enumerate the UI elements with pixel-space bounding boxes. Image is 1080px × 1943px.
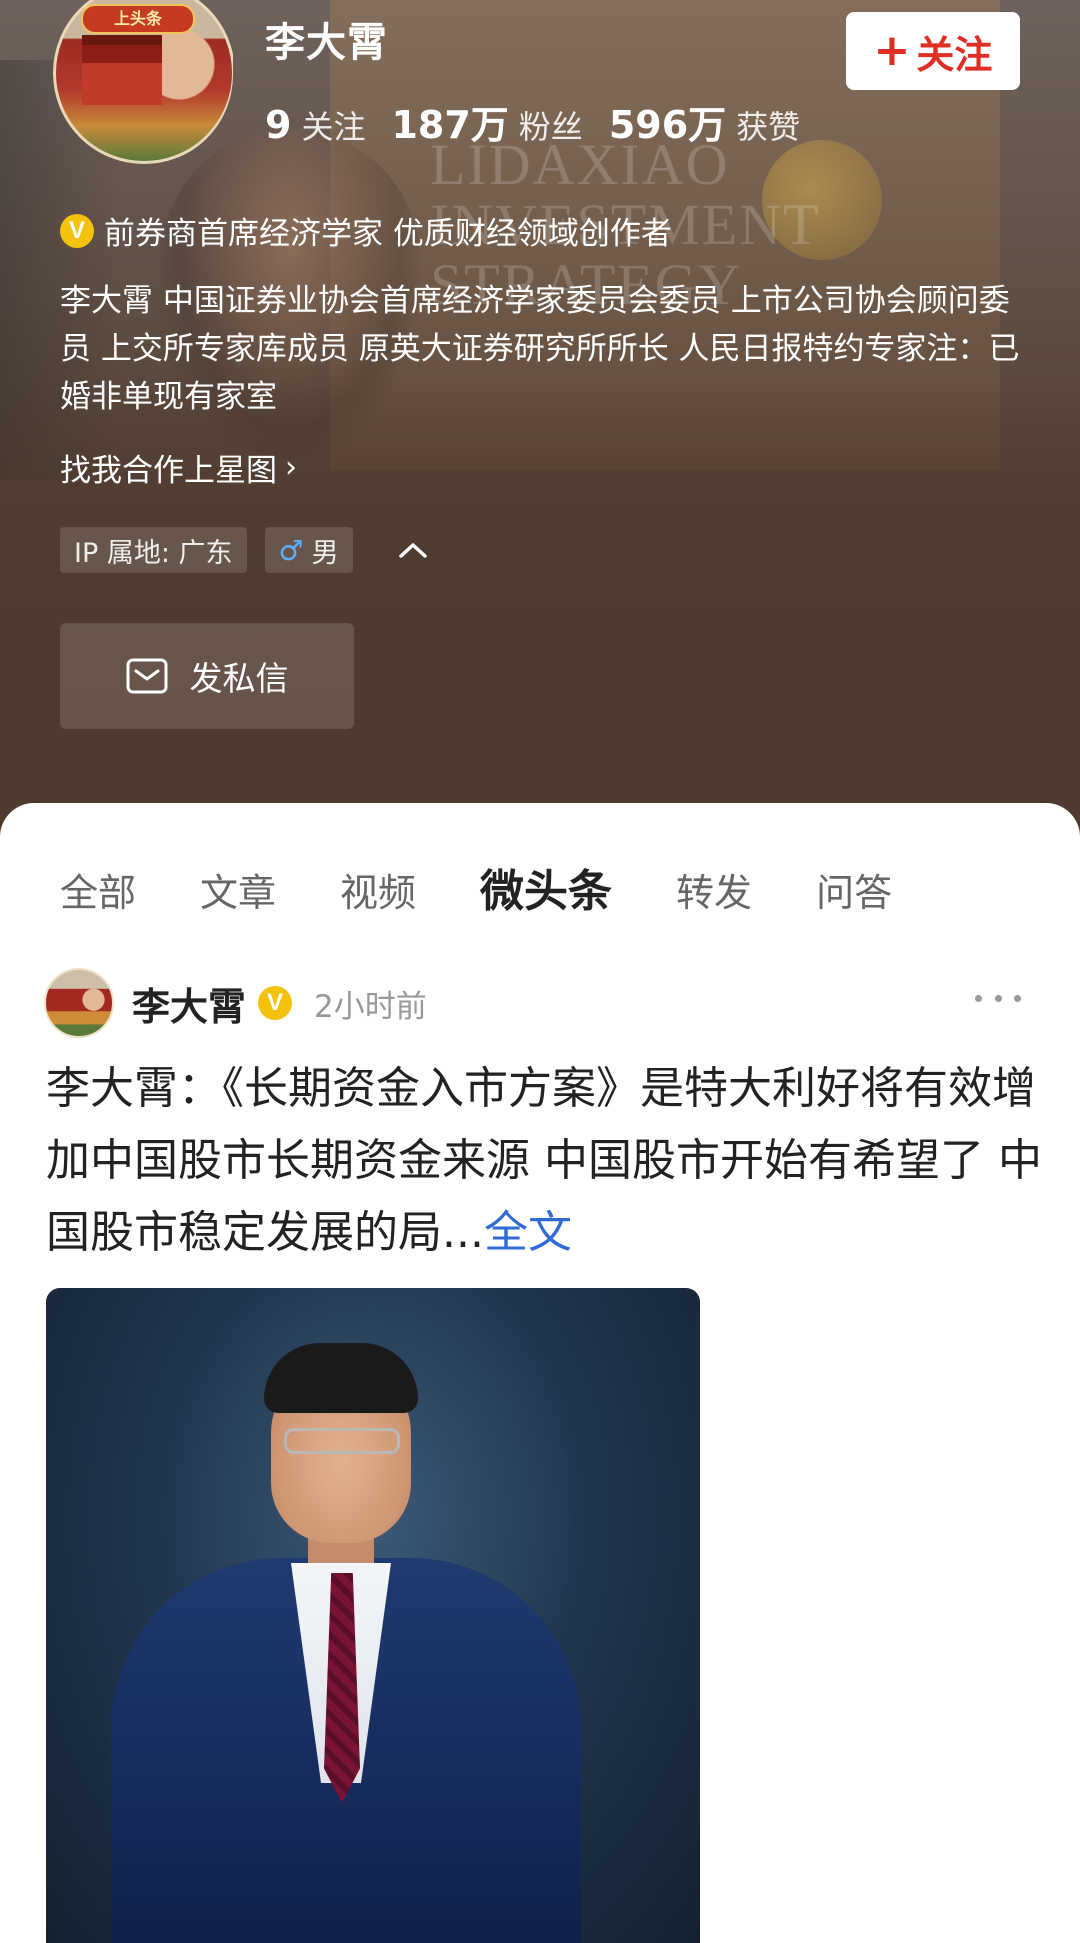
- profile-bio: 李大霄 中国证券业协会首席经济学家委员会委员 上市公司协会顾问委员 上交所专家库…: [60, 283, 1020, 415]
- more-dots-icon[interactable]: [975, 988, 1021, 1008]
- followers-label[interactable]: 粉丝: [519, 102, 583, 148]
- follow-button[interactable]: + 关注: [846, 12, 1020, 90]
- post-timestamp: 2小时前: [314, 988, 427, 1025]
- plus-icon: +: [873, 25, 911, 76]
- photo-hair: [264, 1343, 418, 1413]
- likes-label: 获赞: [736, 108, 801, 146]
- male-icon: ♂: [278, 533, 304, 567]
- tab-videos[interactable]: 视频: [340, 862, 416, 917]
- follow-button-label: 关注: [916, 32, 993, 77]
- ip-location-text: IP 属地: 广东: [74, 537, 233, 569]
- cooperation-link[interactable]: 找我合作上星图 ›: [60, 445, 297, 490]
- tab-reposts[interactable]: 转发: [676, 862, 752, 917]
- verification-text: 前券商首席经济学家 优质财经领域创作者: [104, 216, 672, 252]
- tab-qa[interactable]: 问答: [816, 862, 892, 917]
- likes-count: 596万: [608, 103, 727, 147]
- gender-tag: ♂ 男: [264, 527, 353, 573]
- content-tabs: 全部 文章 视频 微头条 转发 问答: [60, 855, 956, 919]
- gender-text: 男: [311, 537, 339, 569]
- ip-location-tag: IP 属地: 广东: [60, 527, 247, 573]
- verified-badge-icon: V: [60, 213, 94, 248]
- verification-row: V 前券商首席经济学家 优质财经领域创作者: [60, 208, 672, 253]
- profile-tags: IP 属地: 广东 ♂ 男: [60, 527, 433, 573]
- followers-count[interactable]: 187万: [391, 94, 508, 149]
- mail-icon: [126, 658, 168, 694]
- profile-stats: 9 关注 187万 粉丝 596万 获赞: [265, 94, 826, 149]
- content-panel: 全部 文章 视频 微头条 转发 问答 李大霄 V 2小时前 李大霄：《长期资金入…: [0, 803, 1080, 1943]
- post-header: 李大霄 V 2小时前: [44, 968, 427, 1038]
- tab-micro-headlines[interactable]: 微头条: [480, 855, 612, 919]
- avatar-gate-graphic: [82, 35, 162, 105]
- profile-name: 李大霄: [265, 20, 388, 66]
- following-count[interactable]: 9: [265, 103, 291, 147]
- photo-glasses: [284, 1428, 400, 1454]
- verified-badge-icon: V: [258, 986, 293, 1020]
- tab-all[interactable]: 全部: [60, 862, 136, 917]
- post-author-avatar[interactable]: [44, 968, 114, 1038]
- profile-header: LIDAXIAO INVESTMENT STRATEGY 上头条 李大霄 9 关…: [0, 0, 1080, 840]
- following-label[interactable]: 关注: [301, 102, 365, 148]
- send-message-button[interactable]: 发私信: [60, 623, 354, 729]
- post-text[interactable]: 李大霄：《长期资金入市方案》是特大利好将有效增加中国股市长期资金来源 中国股市开…: [46, 1053, 1046, 1269]
- post-image[interactable]: [46, 1288, 700, 1943]
- read-more-link[interactable]: 全文: [484, 1207, 572, 1258]
- avatar-banner: 上头条: [81, 4, 195, 34]
- chevron-right-icon: ›: [285, 450, 297, 485]
- send-message-label: 发私信: [189, 659, 289, 698]
- tab-articles[interactable]: 文章: [200, 862, 276, 917]
- post-author-name[interactable]: 李大霄: [132, 976, 246, 1031]
- cooperation-link-label: 找我合作上星图: [60, 453, 277, 489]
- chevron-up-icon[interactable]: [393, 530, 433, 570]
